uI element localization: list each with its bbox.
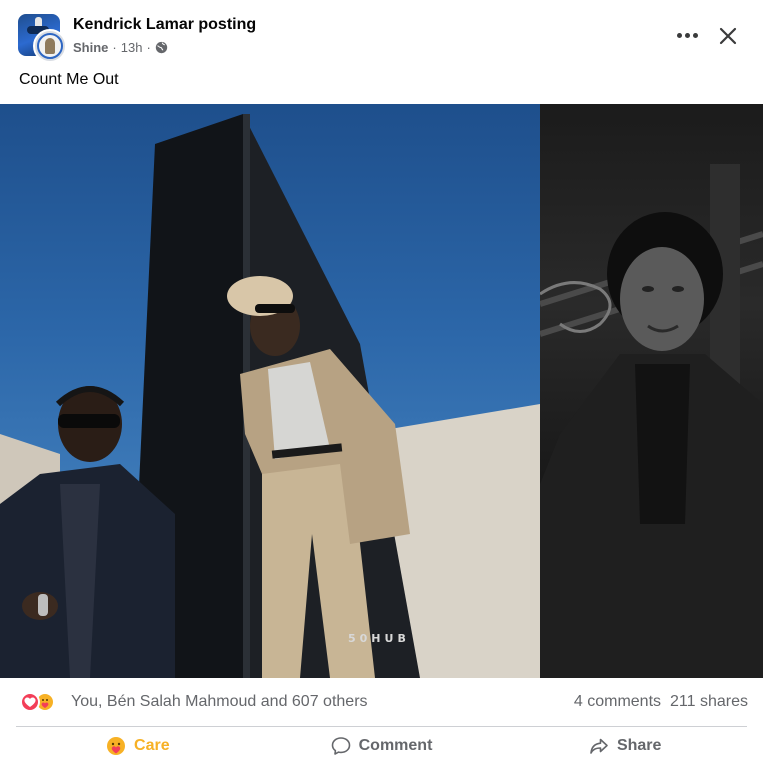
care-button[interactable]: Care <box>16 730 260 762</box>
photo-left[interactable]: 50HUB <box>0 104 540 678</box>
author-name-link[interactable]: Shine <box>73 40 108 55</box>
love-reaction-icon[interactable] <box>20 692 40 712</box>
reaction-summary-link[interactable]: You, Bén Salah Mahmoud and 607 others <box>71 693 368 711</box>
engagement-counts: 4 comments 211 shares <box>574 693 748 711</box>
care-label: Care <box>134 737 170 754</box>
globe-icon[interactable] <box>155 41 168 54</box>
close-icon <box>719 27 737 45</box>
post-caption: Count Me Out <box>19 71 119 88</box>
close-button[interactable] <box>712 20 744 52</box>
reaction-icons[interactable] <box>20 692 64 712</box>
meta-separator: · <box>112 40 117 55</box>
meta-separator: · <box>146 40 151 55</box>
dot-icon <box>692 32 698 38</box>
photo-right[interactable] <box>540 104 763 678</box>
dot-icon <box>676 32 682 38</box>
media-watermark: 50HUB <box>348 632 410 645</box>
post-time-link[interactable]: 13h <box>121 40 143 55</box>
share-label: Share <box>616 737 662 754</box>
share-icon <box>590 738 608 754</box>
care-emoji-icon <box>107 737 126 755</box>
comment-icon <box>331 737 350 755</box>
share-button[interactable]: Share <box>503 730 747 762</box>
comments-count-link[interactable]: 4 comments <box>574 693 661 711</box>
comment-label: Comment <box>358 737 433 754</box>
post-meta: Shine · 13h · <box>73 40 168 55</box>
photo-right-scene <box>540 164 763 678</box>
reactions-row: You, Bén Salah Mahmoud and 607 others 4 … <box>0 680 763 724</box>
shares-count-link[interactable]: 211 shares <box>670 693 748 711</box>
post-header: Kendrick Lamar posting Shine · 13h · Cou… <box>0 0 763 100</box>
photo-left-scene <box>0 114 540 678</box>
post-media[interactable]: 50HUB <box>0 104 763 678</box>
post-actions: Care Comment Share <box>16 730 747 762</box>
actions-divider <box>16 726 747 727</box>
dot-icon <box>684 32 690 38</box>
group-name-link[interactable]: Kendrick Lamar posting <box>73 16 256 34</box>
more-options-button[interactable] <box>670 20 704 50</box>
author-avatar[interactable] <box>33 29 67 63</box>
comment-button[interactable]: Comment <box>260 730 504 762</box>
group-avatar[interactable] <box>18 14 67 63</box>
